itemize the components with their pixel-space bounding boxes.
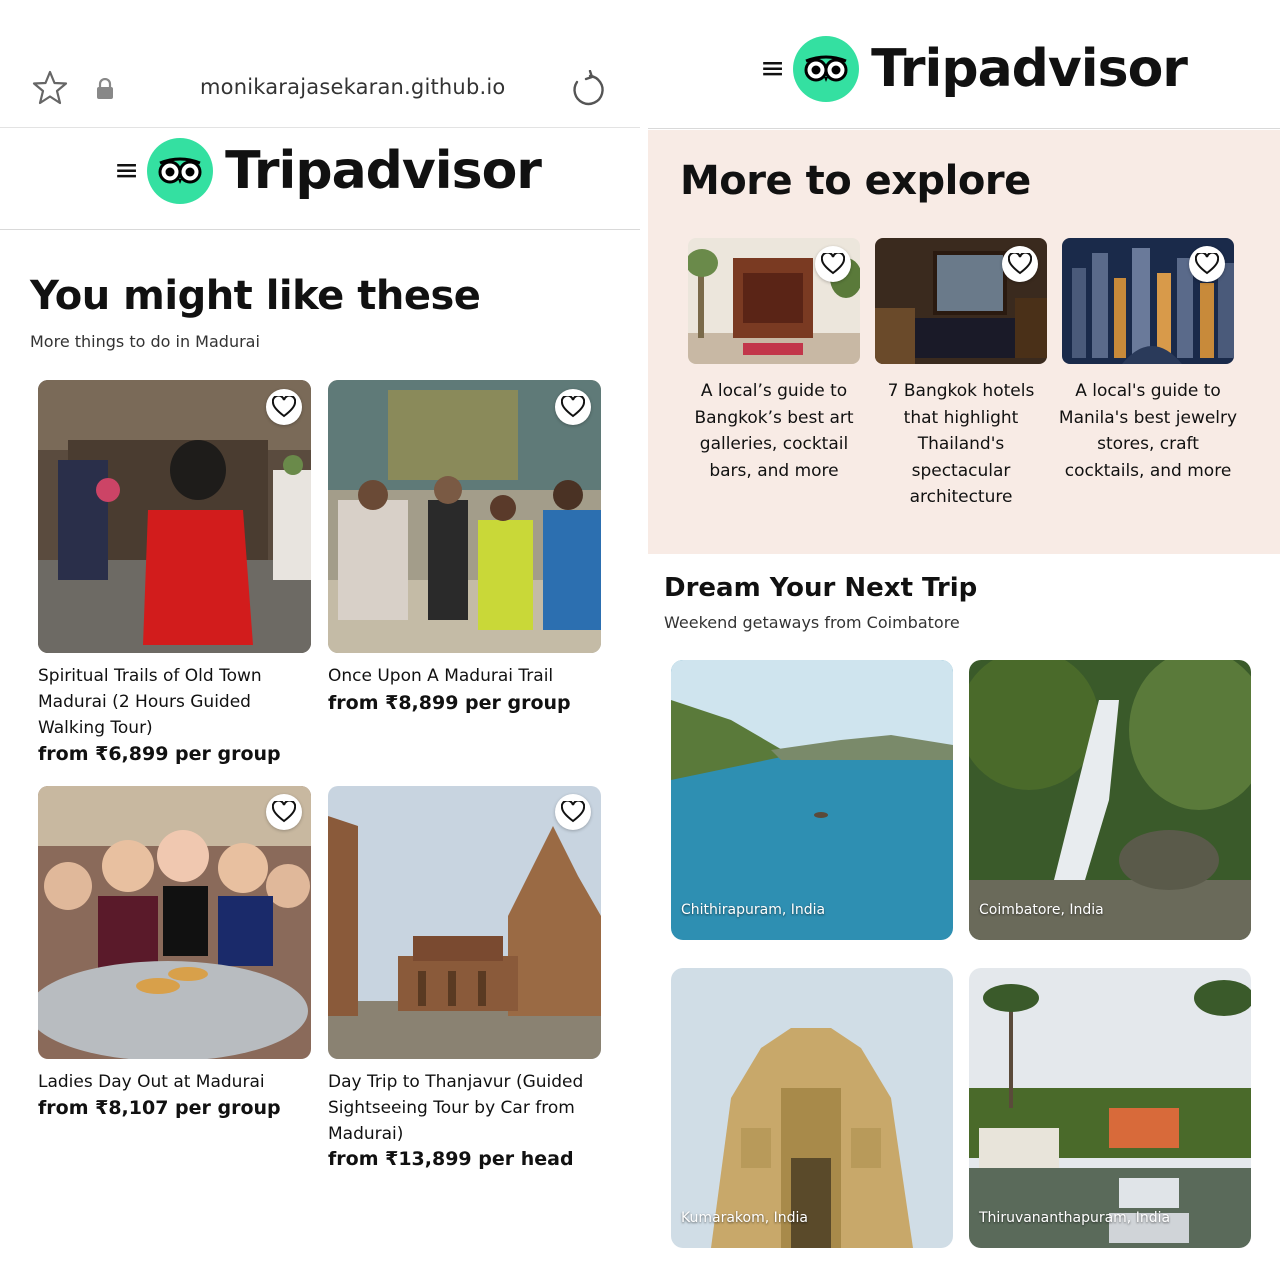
heart-icon[interactable] xyxy=(555,389,591,425)
section-title: Dream Your Next Trip xyxy=(664,573,978,603)
tour-card-price: from ₹8,107 per group xyxy=(38,1097,281,1119)
article-title[interactable]: A local's guide to Manila's best jewelry… xyxy=(1058,378,1238,484)
destination-label: Chithirapuram, India xyxy=(681,902,826,918)
menu-icon[interactable]: ≡ xyxy=(760,54,785,84)
tour-card-title[interactable]: Ladies Day Out at Madurai xyxy=(38,1069,303,1095)
destination-label: Kumarakom, India xyxy=(681,1210,808,1226)
section-title: You might like these xyxy=(30,273,481,319)
tour-card-image[interactable] xyxy=(38,786,311,1059)
heart-icon[interactable] xyxy=(1189,246,1225,282)
tour-card-price: from ₹8,899 per group xyxy=(328,692,571,714)
destination-card[interactable]: Thiruvananthapuram, India xyxy=(969,968,1251,1248)
tour-card-title[interactable]: Day Trip to Thanjavur (Guided Sightseein… xyxy=(328,1069,593,1147)
heart-icon[interactable] xyxy=(815,246,851,282)
url-text[interactable]: monikarajasekaran.github.io xyxy=(200,75,505,99)
brand-name[interactable]: Tripadvisor xyxy=(225,141,542,201)
heart-icon[interactable] xyxy=(266,389,302,425)
section-subtitle: More things to do in Madurai xyxy=(30,332,260,351)
section-title: More to explore xyxy=(680,158,1031,204)
destination-card[interactable]: Coimbatore, India xyxy=(969,660,1251,940)
tour-card-price: from ₹13,899 per head xyxy=(328,1148,574,1170)
header-divider xyxy=(648,128,1280,129)
heart-icon[interactable] xyxy=(555,794,591,830)
destination-label: Thiruvananthapuram, India xyxy=(979,1210,1171,1226)
heart-icon[interactable] xyxy=(1002,246,1038,282)
destination-card[interactable]: Chithirapuram, India xyxy=(671,660,953,940)
owl-logo-icon[interactable] xyxy=(147,138,214,204)
destination-label: Coimbatore, India xyxy=(979,902,1104,918)
lock-icon xyxy=(97,78,113,99)
right-screen: ≡ Tripadvisor More to explore A local’s … xyxy=(648,0,1280,1280)
article-title[interactable]: 7 Bangkok hotels that highlight Thailand… xyxy=(871,378,1051,511)
tour-card-title[interactable]: Spiritual Trails of Old Town Madurai (2 … xyxy=(38,663,303,741)
reload-icon[interactable] xyxy=(568,70,608,110)
article-title[interactable]: A local’s guide to Bangkok’s best art ga… xyxy=(684,378,864,484)
tour-card-title[interactable]: Once Upon A Madurai Trail xyxy=(328,663,593,689)
tour-card-image[interactable] xyxy=(328,380,601,653)
left-screen: monikarajasekaran.github.io ≡ Tripadviso… xyxy=(0,0,640,1280)
header-divider xyxy=(0,229,640,230)
site-header: ≡ Tripadvisor xyxy=(114,138,542,204)
menu-icon[interactable]: ≡ xyxy=(114,156,139,186)
owl-logo-icon[interactable] xyxy=(793,36,860,102)
section-subtitle: Weekend getaways from Coimbatore xyxy=(664,613,960,632)
tour-card-image[interactable] xyxy=(328,786,601,1059)
heart-icon[interactable] xyxy=(266,794,302,830)
site-header: ≡ Tripadvisor xyxy=(760,36,1188,102)
brand-name[interactable]: Tripadvisor xyxy=(871,39,1188,99)
destination-card[interactable]: Kumarakom, India xyxy=(671,968,953,1248)
browser-address-bar: monikarajasekaran.github.io xyxy=(0,50,640,128)
star-icon[interactable] xyxy=(30,68,70,108)
tour-card-price: from ₹6,899 per group xyxy=(38,743,281,765)
tour-card-image[interactable] xyxy=(38,380,311,653)
